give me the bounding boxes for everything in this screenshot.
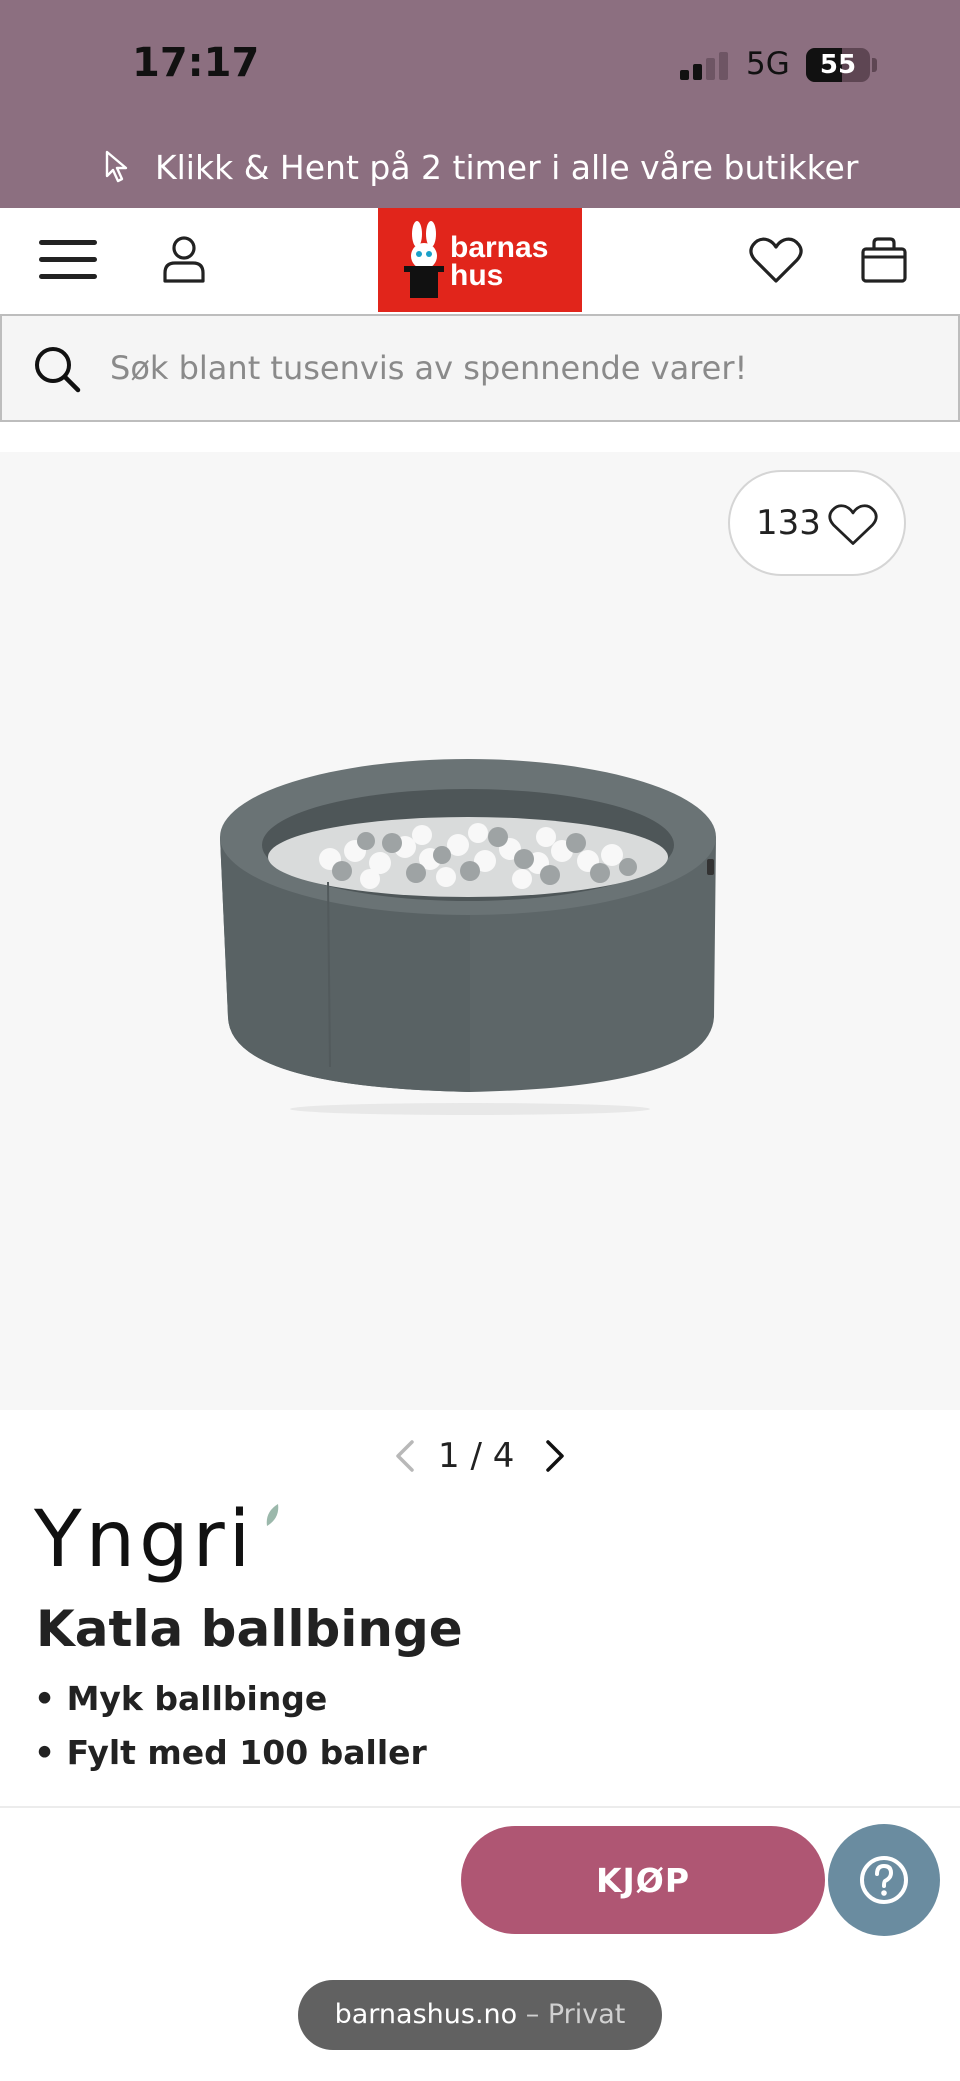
site-logo[interactable]: barnas hus [378, 208, 582, 312]
logo-text: barnas hus [450, 231, 549, 292]
logo-line2: hus [450, 259, 504, 292]
site-header: barnas hus [0, 208, 960, 314]
pager-count: 1 / 4 [438, 1436, 515, 1476]
brand-logo[interactable]: Yngri [34, 1500, 284, 1582]
product-gallery[interactable]: 133 [0, 452, 960, 1410]
status-bar: 17:17 5G 55 [0, 0, 960, 130]
image-pager: 1 / 4 [0, 1410, 960, 1502]
account-button[interactable] [154, 230, 214, 290]
wishlist-button[interactable] [746, 230, 806, 290]
cart-button[interactable] [854, 230, 914, 290]
help-icon [860, 1856, 908, 1904]
cursor-icon [105, 150, 128, 183]
heart-icon [828, 504, 878, 545]
favorite-count: 133 [756, 503, 821, 543]
breadcrumb[interactable] [30, 412, 330, 428]
signal-icon [680, 50, 732, 80]
chevron-left-icon[interactable] [390, 1436, 420, 1476]
battery-level: 55 [819, 50, 857, 80]
divider [0, 1806, 960, 1808]
search-bar[interactable] [0, 314, 960, 422]
hamburger-icon [39, 240, 97, 279]
network-type: 5G [746, 46, 790, 82]
product-features: • Myk ballbinge • Fylt med 100 baller [34, 1672, 427, 1780]
menu-button[interactable] [38, 230, 98, 290]
leaf-icon [266, 1504, 279, 1526]
logo-line1: barnas [450, 231, 549, 264]
product-title: Katla ballbinge [36, 1600, 463, 1658]
search-icon [35, 347, 81, 393]
brand-name: Yngri [34, 1495, 255, 1585]
buy-button[interactable]: KJØP [461, 1826, 825, 1934]
promo-text: Klikk & Hent på 2 timer i alle våre buti… [155, 148, 859, 187]
favorite-button[interactable]: 133 [728, 470, 906, 576]
status-time: 17:17 [132, 40, 260, 86]
battery-icon: 55 [806, 48, 870, 82]
shopping-bag-icon [861, 237, 907, 283]
url-text: barnashus.no [334, 1999, 518, 2030]
browser-url-bar[interactable]: barnashus.no – Privat [298, 1980, 662, 2050]
promo-banner[interactable]: Klikk & Hent på 2 timer i alle våre buti… [0, 130, 960, 208]
feature-item: • Myk ballbinge [34, 1679, 328, 1718]
user-icon [163, 236, 205, 283]
rabbit-hat-icon [404, 221, 444, 298]
search-input[interactable] [110, 340, 930, 396]
chevron-right-icon[interactable] [540, 1436, 570, 1476]
browsing-mode: – Privat [517, 1999, 626, 2030]
feature-item: • Fylt med 100 baller [34, 1733, 427, 1772]
product-image [220, 759, 716, 1115]
heart-icon [749, 237, 803, 283]
help-button[interactable] [828, 1824, 940, 1936]
